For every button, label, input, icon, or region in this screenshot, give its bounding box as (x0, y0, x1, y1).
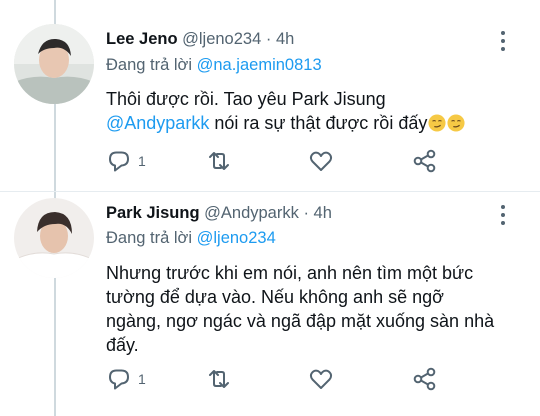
separator-dot: · (265, 30, 272, 48)
timestamp[interactable]: 4h (276, 30, 294, 48)
tweet-actions: 1 (106, 148, 436, 174)
user-handle[interactable]: @ljeno234 (182, 30, 261, 48)
retweet-icon (209, 152, 229, 170)
retweet-button[interactable] (206, 366, 232, 392)
replying-to: Đang trả lời @na.jaemin0813 (106, 56, 322, 75)
smirking-face-emoji-icon (447, 114, 465, 132)
display-name[interactable]: Lee Jeno (106, 30, 178, 48)
smirking-face-emoji-icon (428, 114, 446, 132)
avatar[interactable] (14, 24, 94, 104)
like-button[interactable] (308, 148, 334, 174)
tweet-text: Thôi được rồi. Tao yêu Park Jisung @Andy… (106, 87, 506, 135)
tweet-text-line: Thôi được rồi. Tao yêu Park Jisung (106, 89, 386, 109)
timestamp[interactable]: 4h (314, 204, 332, 222)
reply-count: 1 (138, 371, 146, 387)
share-button[interactable] (412, 148, 438, 174)
tweet-text: Nhưng trước khi em nói, anh nên tìm một … (106, 263, 495, 355)
retweet-icon (209, 370, 229, 388)
separator-dot: · (303, 204, 309, 222)
reply-button[interactable]: 1 (106, 366, 146, 392)
replying-to-label: Đang trả lời (106, 229, 193, 247)
tweet-text-rest: nói ra sự thật được rồi đấy (214, 113, 428, 133)
tweet-1[interactable]: Lee Jeno @ljeno234 · 4h Đang trả lời @na… (0, 0, 540, 190)
reply-icon (109, 151, 129, 172)
reply-button[interactable]: 1 (106, 148, 146, 174)
more-options-icon[interactable] (500, 205, 506, 229)
reply-count: 1 (138, 153, 146, 169)
tweet-mention[interactable]: @Andyparkk (106, 113, 209, 133)
heart-icon (309, 369, 333, 389)
heart-icon (309, 151, 333, 171)
user-handle[interactable]: @Andyparkk (204, 204, 299, 222)
retweet-button[interactable] (206, 148, 232, 174)
tweet-actions: 1 (106, 366, 436, 392)
share-icon (413, 367, 436, 391)
more-options-icon[interactable] (500, 31, 506, 55)
like-button[interactable] (308, 366, 334, 392)
replying-to-mention[interactable]: @na.jaemin0813 (197, 56, 322, 74)
avatar[interactable] (14, 198, 94, 278)
replying-to-mention[interactable]: @ljeno234 (197, 229, 276, 247)
tweet-header: Lee Jeno @ljeno234 · 4h (106, 30, 294, 49)
reply-icon (109, 369, 129, 390)
share-button[interactable] (412, 366, 438, 392)
display-name[interactable]: Park Jisung (106, 204, 200, 222)
replying-to-label: Đang trả lời (106, 56, 193, 74)
share-icon (413, 149, 436, 173)
tweet-2[interactable]: Park Jisung @Andyparkk · 4h Đang trả lời… (0, 192, 540, 416)
tweet-header: Park Jisung @Andyparkk · 4h (106, 204, 332, 223)
replying-to: Đang trả lời @ljeno234 (106, 229, 276, 248)
